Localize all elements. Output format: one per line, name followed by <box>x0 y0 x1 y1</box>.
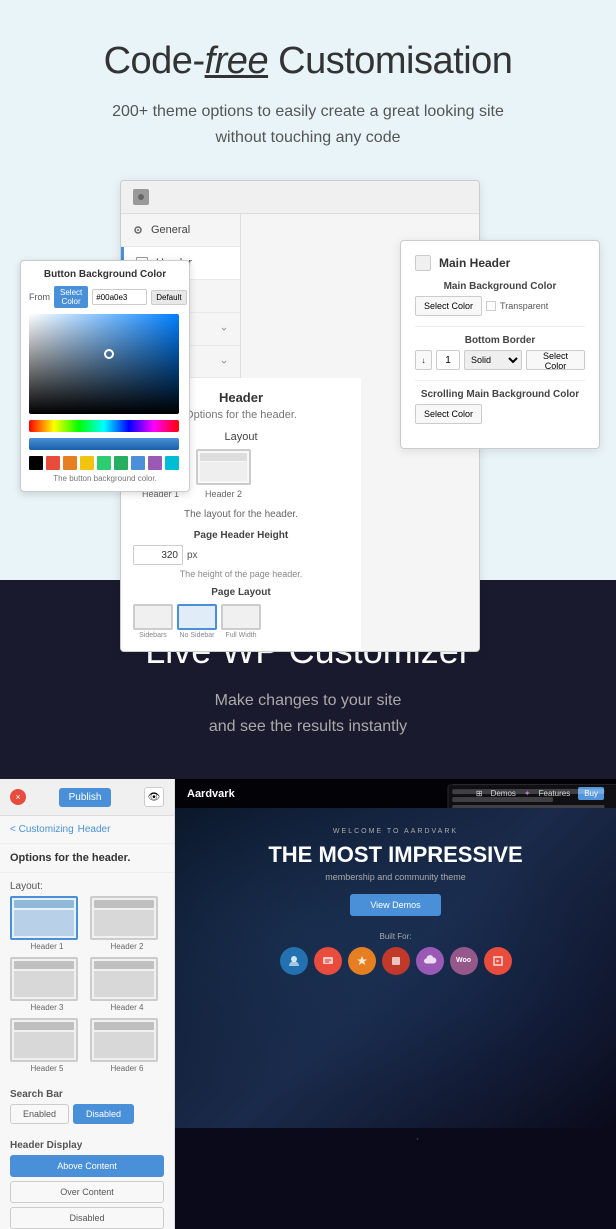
opacity-bar[interactable] <box>29 438 179 450</box>
color-swatches <box>29 456 181 470</box>
color-cursor <box>104 349 114 359</box>
panel-header <box>121 181 479 214</box>
default-button[interactable]: Default <box>151 290 186 305</box>
above-content-btn[interactable]: Above Content <box>10 1155 164 1177</box>
border-decrement[interactable]: ↓ <box>415 350 432 370</box>
height-input[interactable] <box>133 545 183 565</box>
disabled-toggle[interactable]: Disabled <box>73 1104 134 1124</box>
swatch-black[interactable] <box>29 456 43 470</box>
customizer-section-title: Options for the header. <box>0 844 174 873</box>
height-unit: px <box>187 550 198 561</box>
select-color-button[interactable]: Select Color <box>54 286 88 308</box>
plugin-buddypress <box>280 947 308 975</box>
layout-sidebars[interactable] <box>133 604 173 630</box>
customizer-left-panel: × Publish 👁 < Customizing Header Options… <box>0 779 175 1229</box>
section-customizer-preview: × Publish 👁 < Customizing Header Options… <box>0 779 616 1229</box>
layout-grid: Header 1 Header 2 Header 3 <box>0 896 174 1081</box>
woo-label: Woo <box>456 957 471 964</box>
swatch-green[interactable] <box>97 456 111 470</box>
plugin-rtmedia <box>484 947 512 975</box>
transparent-checkbox[interactable] <box>486 301 496 311</box>
border-color-btn[interactable]: Select Color <box>526 350 585 370</box>
swatch-purple[interactable] <box>148 456 162 470</box>
select-color-btn[interactable]: Select Color <box>415 296 482 316</box>
site-preview: Aardvark ⊞ Demos ✦ Features Buy WELCOME … <box>175 779 616 1229</box>
plugin-bbpress <box>314 947 342 975</box>
site-preview-inner: Aardvark ⊞ Demos ✦ Features Buy WELCOME … <box>175 779 616 1229</box>
hero-small-text: WELCOME TO AARDVARK <box>333 828 458 835</box>
publish-button[interactable]: Publish <box>59 788 112 807</box>
layout-item-6[interactable]: Header 6 <box>90 1018 164 1073</box>
plugin-sensei <box>348 947 376 975</box>
swatch-yellow[interactable] <box>80 456 94 470</box>
color-picker-panel: Button Background Color From Select Colo… <box>20 260 190 492</box>
swatch-orange[interactable] <box>63 456 77 470</box>
hero-cta-button[interactable]: View Demos <box>350 894 440 916</box>
scrolling-color-btn[interactable]: Select Color <box>415 404 482 424</box>
over-content-btn[interactable]: Over Content <box>10 1181 164 1203</box>
section-subtitle: 200+ theme options to easily create a gr… <box>108 99 508 150</box>
panel-right-icon <box>415 255 431 271</box>
enabled-toggle[interactable]: Enabled <box>10 1104 69 1124</box>
theme-options-preview: Button Background Color From Select Colo… <box>20 180 600 520</box>
color-picker-title: Button Background Color <box>29 269 181 280</box>
hero-title: THE MOST IMPRESSIVE <box>268 843 522 867</box>
swatch-red[interactable] <box>46 456 60 470</box>
customizer-wrapper: × Publish 👁 < Customizing Header Options… <box>0 779 616 1229</box>
from-label: From <box>29 292 50 302</box>
color-gradient <box>29 314 179 414</box>
color-note: The button background color. <box>29 474 181 483</box>
hue-bar[interactable] <box>29 420 179 432</box>
swatch-blue[interactable] <box>131 456 145 470</box>
site-hero: WELCOME TO AARDVARK THE MOST IMPRESSIVE … <box>175 808 616 1128</box>
plugin-woocommerce: Woo <box>450 947 478 975</box>
panel-header-icon <box>133 189 149 205</box>
scrolling-field: Scrolling Main Background Color Select C… <box>415 389 585 424</box>
customizer-topbar: × Publish 👁 <box>0 779 174 816</box>
breadcrumb[interactable]: < Customizing Header <box>0 816 174 844</box>
hex-input[interactable] <box>92 289 147 305</box>
layout-full-width[interactable] <box>221 604 261 630</box>
border-value-input[interactable] <box>436 350 460 370</box>
customizer-subtitle: Make changes to your site and see the re… <box>20 688 596 739</box>
swatch-cyan[interactable] <box>165 456 179 470</box>
display-options: Above Content Over Content Disabled <box>0 1155 174 1229</box>
header-layout-2[interactable]: Header 2 <box>196 449 251 499</box>
plugin-icons: Woo <box>280 947 512 975</box>
section-code-free: Code-free Customisation 200+ theme optio… <box>0 0 616 580</box>
layout-item-4[interactable]: Header 4 <box>90 957 164 1012</box>
border-style-select[interactable]: Solid Dashed None <box>464 350 522 370</box>
built-for-label: Built For: <box>379 932 411 941</box>
hero-subtitle: membership and community theme <box>325 872 466 882</box>
layout-field-label: Layout: <box>0 873 174 896</box>
layout-no-sidebar[interactable] <box>177 604 217 630</box>
close-button[interactable]: × <box>10 789 26 805</box>
border-field: Bottom Border ↓ Solid Dashed None Select… <box>415 335 585 370</box>
layout-item-5[interactable]: Header 5 <box>10 1018 84 1073</box>
toggle-row: Enabled Disabled <box>0 1104 174 1132</box>
layout-item-2[interactable]: Header 2 <box>90 896 164 951</box>
preview-toggle[interactable]: 👁 <box>144 787 164 807</box>
bg-color-field: Main Background Color Select Color Trans… <box>415 281 585 316</box>
display-disabled-btn[interactable]: Disabled <box>10 1207 164 1229</box>
plugin-layer <box>382 947 410 975</box>
header-display-label: Header Display <box>0 1132 174 1155</box>
main-header-panel: Main Header Main Background Color Select… <box>400 240 600 449</box>
sidebar-general[interactable]: General <box>121 214 240 247</box>
searchbar-label: Search Bar <box>0 1081 174 1104</box>
layout-item-3[interactable]: Header 3 <box>10 957 84 1012</box>
layout-item-1[interactable]: Header 1 <box>10 896 84 951</box>
plugin-cloud <box>416 947 444 975</box>
section-heading: Code-free Customisation <box>20 40 596 83</box>
swatch-darkgreen[interactable] <box>114 456 128 470</box>
